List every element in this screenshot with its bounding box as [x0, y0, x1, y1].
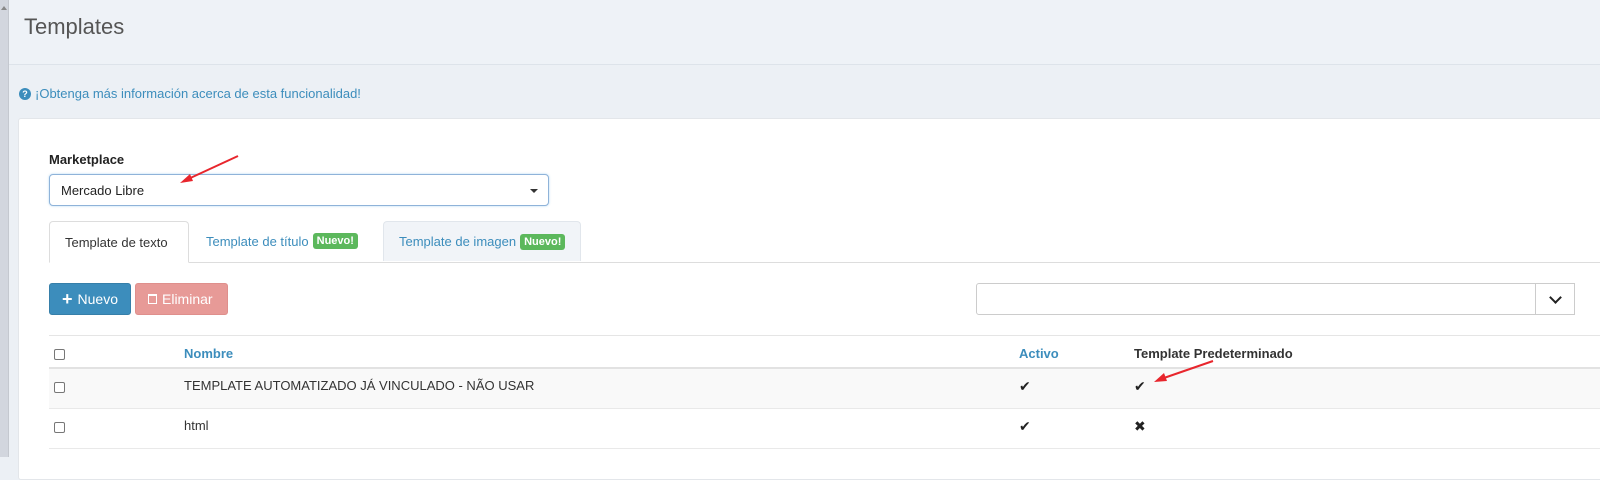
plus-icon: +: [62, 289, 73, 309]
check-icon: ✔: [1134, 378, 1146, 394]
search-options-button[interactable]: [1535, 283, 1575, 315]
tab-template-texto-label: Template de texto: [65, 234, 168, 250]
tab-template-imagen[interactable]: Template de imagen Nuevo!: [383, 221, 582, 261]
search-input[interactable]: [976, 283, 1536, 315]
new-badge: Nuevo!: [312, 233, 358, 249]
page-title: Templates: [24, 14, 125, 39]
column-header-active[interactable]: Activo: [1019, 346, 1059, 361]
delete-template-button[interactable]: Eliminar: [135, 283, 228, 315]
chevron-down-icon: [1548, 290, 1562, 304]
tab-template-imagen-label: Template de imagen: [399, 234, 517, 249]
left-scroll-strip: [0, 0, 9, 457]
template-name: TEMPLATE AUTOMATIZADO JÁ VINCULADO - NÃO…: [184, 378, 535, 393]
cross-icon: ✖: [1134, 418, 1146, 434]
caret-down-icon: [530, 189, 538, 193]
table-row[interactable]: html ✔ ✖: [49, 409, 1600, 449]
annotation-arrow-marketplace: [180, 155, 239, 183]
check-icon: ✔: [1019, 378, 1031, 394]
marketplace-select-value: Mercado Libre: [61, 183, 145, 198]
info-link[interactable]: ? ¡Obtenga más información acerca de est…: [19, 86, 361, 101]
trash-icon: [148, 294, 157, 304]
template-tabs: Template de texto Template de título Nue…: [49, 221, 1600, 263]
marketplace-select[interactable]: Mercado Libre: [49, 174, 549, 206]
tab-template-texto[interactable]: Template de texto: [49, 221, 189, 263]
new-badge: Nuevo!: [520, 233, 566, 250]
question-circle-icon: ?: [19, 87, 31, 100]
select-all-checkbox[interactable]: [54, 349, 65, 360]
annotation-arrow-default: [1154, 360, 1214, 382]
search-group: [976, 283, 1600, 315]
check-icon: ✔: [1019, 418, 1031, 434]
page-header: Templates: [9, 0, 1600, 65]
tab-template-titulo-label: Template de título: [206, 233, 309, 249]
templates-table: Nombre Activo Template Predeterminado TE…: [49, 335, 1600, 449]
row-checkbox[interactable]: [54, 382, 65, 393]
delete-button-label: Eliminar: [162, 291, 213, 307]
scroll-up-icon[interactable]: [1, 6, 7, 10]
tab-template-titulo[interactable]: Template de título Nuevo!: [191, 221, 373, 261]
table-row[interactable]: TEMPLATE AUTOMATIZADO JÁ VINCULADO - NÃO…: [49, 369, 1600, 409]
column-header-name[interactable]: Nombre: [184, 346, 233, 361]
template-name: html: [184, 418, 209, 433]
info-link-text[interactable]: ¡Obtenga más información acerca de esta …: [35, 86, 361, 101]
new-template-button[interactable]: + Nuevo: [49, 283, 131, 315]
marketplace-label: Marketplace: [49, 152, 125, 167]
table-header-row: Nombre Activo Template Predeterminado: [49, 336, 1600, 369]
row-checkbox[interactable]: [54, 422, 65, 433]
new-button-label: Nuevo: [77, 291, 118, 307]
